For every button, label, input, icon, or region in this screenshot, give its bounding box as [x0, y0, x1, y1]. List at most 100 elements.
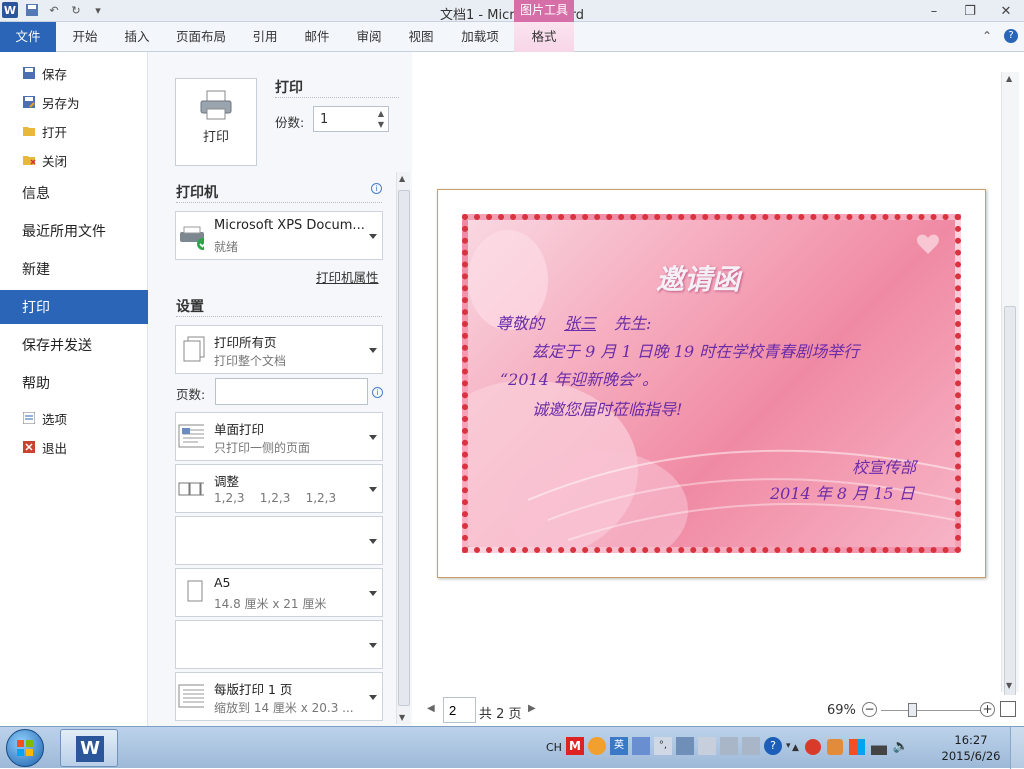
close-icon[interactable]: ✕ — [988, 0, 1024, 22]
show-desktop-button[interactable] — [1010, 727, 1024, 769]
tray-action-center-icon[interactable] — [848, 739, 865, 755]
printer-status: 就绪 — [214, 240, 239, 254]
chevron-down-icon — [369, 590, 377, 596]
info-icon[interactable]: i — [371, 183, 382, 194]
taskbar-word-button[interactable]: W — [60, 729, 118, 767]
tab-mailings[interactable]: 邮件 — [296, 22, 338, 52]
orientation-dropdown[interactable] — [175, 516, 383, 565]
tab-page-layout[interactable]: 页面布局 — [170, 22, 232, 52]
settings-scrollbar[interactable]: ▲ ▼ — [396, 172, 410, 724]
bs-save-as-label: 另存为 — [42, 95, 80, 111]
ime-options-icon[interactable] — [742, 737, 760, 755]
bs-exit-label: 退出 — [42, 440, 68, 456]
ime-skin-icon[interactable] — [698, 737, 716, 755]
tray-clock[interactable]: 16:27 2015/6/26 — [938, 732, 1004, 764]
collate-dropdown[interactable]: 调整 1,2,3 1,2,3 1,2,3 — [175, 464, 383, 513]
prev-page-icon[interactable]: ◀ — [427, 703, 435, 714]
zoom-out-icon[interactable]: − — [862, 702, 877, 717]
printer-properties-link[interactable]: 打印机属性 — [316, 267, 379, 286]
tab-format[interactable]: 格式 — [514, 22, 574, 52]
zoom-slider-thumb[interactable] — [908, 703, 917, 717]
tray-volume-icon[interactable]: 🔈 — [893, 739, 909, 755]
zoom-level[interactable]: 69% — [827, 703, 856, 718]
ime-logo-icon[interactable] — [588, 737, 606, 755]
help-icon[interactable]: ? — [1004, 29, 1018, 43]
tab-view[interactable]: 视图 — [400, 22, 442, 52]
paper-size-dropdown[interactable]: A5 14.8 厘米 x 21 厘米 — [175, 568, 383, 617]
ime-moon-icon[interactable] — [632, 737, 650, 755]
zoom-slider[interactable] — [881, 710, 981, 711]
bs-info[interactable]: 信息 — [0, 176, 148, 210]
sides-dropdown[interactable]: 单面打印 只打印一侧的页面 — [175, 412, 383, 461]
bs-print[interactable]: 打印 — [0, 290, 156, 324]
printer-dropdown[interactable]: Microsoft XPS Docum... 就绪 — [175, 211, 383, 260]
ime-keyboard-icon[interactable] — [676, 737, 694, 755]
tray-security-icon[interactable] — [826, 739, 843, 755]
pages-input[interactable] — [215, 378, 368, 405]
bs-save-as[interactable]: 另存为 — [0, 89, 148, 115]
chevron-down-icon — [369, 347, 377, 353]
sides-title: 单面打印 — [214, 422, 265, 437]
system-tray: ▲ 🔈 — [792, 739, 909, 757]
preview-scrollbar[interactable]: ▲ ▼ — [1001, 72, 1019, 704]
scroll-down-icon[interactable]: ▼ — [399, 713, 405, 722]
card-greeting: 尊敬的 — [496, 314, 545, 333]
ime-mode-icon[interactable]: 英 — [610, 737, 628, 755]
bs-open[interactable]: 打开 — [0, 118, 148, 144]
spin-down-icon[interactable]: ▼ — [378, 120, 384, 129]
ime-punct-icon[interactable]: °, — [654, 737, 672, 755]
ime-tools-icon[interactable] — [720, 737, 738, 755]
bs-close[interactable]: 关闭 — [0, 147, 148, 173]
scroll-up-icon[interactable]: ▲ — [399, 174, 405, 183]
printer-name: Microsoft XPS Docum... — [214, 218, 365, 233]
scroll-down-icon[interactable]: ▼ — [1006, 681, 1012, 690]
copies-spinner[interactable]: 1 ▲ ▼ — [313, 106, 389, 132]
tray-expand-icon[interactable]: ▲ — [792, 739, 799, 757]
info-icon[interactable]: i — [372, 387, 383, 398]
bs-save-send[interactable]: 保存并发送 — [0, 328, 148, 362]
pages-per-sheet-dropdown[interactable]: 每版打印 1 页 缩放到 14 厘米 x 20.3 ... — [175, 672, 383, 721]
tray-app-icon[interactable] — [804, 739, 821, 755]
minimize-icon[interactable]: – — [916, 0, 952, 22]
spin-up-icon[interactable]: ▲ — [378, 109, 384, 118]
bs-options[interactable]: 选项 — [0, 405, 148, 431]
tab-references[interactable]: 引用 — [244, 22, 286, 52]
bs-save[interactable]: 保存 — [0, 60, 148, 86]
page-number-input[interactable] — [443, 697, 476, 723]
start-button[interactable] — [6, 729, 44, 767]
tab-review[interactable]: 审阅 — [348, 22, 390, 52]
scroll-thumb[interactable] — [1004, 306, 1016, 704]
ime-help-icon[interactable]: ? — [764, 737, 782, 755]
tab-file[interactable]: 文件 — [0, 22, 56, 52]
word-icon: W — [76, 736, 104, 762]
print-range-dropdown[interactable]: 打印所有页 打印整个文档 — [175, 325, 383, 374]
margins-dropdown[interactable] — [175, 620, 383, 669]
print-button[interactable]: 打印 — [175, 78, 257, 166]
save-icon — [22, 66, 36, 80]
tab-insert[interactable]: 插入 — [116, 22, 158, 52]
bs-new[interactable]: 新建 — [0, 252, 148, 286]
backstage-nav: 保存 另存为 打开 关闭 信息 最近所用文件 新建 打印 保存并发送 帮助 选项… — [0, 52, 156, 726]
scroll-thumb[interactable] — [398, 190, 410, 706]
print-header: 打印 — [275, 80, 303, 96]
tab-home[interactable]: 开始 — [64, 22, 106, 52]
scroll-up-icon[interactable]: ▲ — [1006, 74, 1012, 83]
ime-m-icon[interactable]: M — [566, 737, 584, 755]
fit-page-icon[interactable] — [1000, 701, 1016, 717]
picture-tools-label: 图片工具 — [514, 0, 574, 22]
bs-exit[interactable]: 退出 — [0, 434, 148, 460]
zoom-in-icon[interactable]: + — [980, 702, 995, 717]
invitation-card-image[interactable]: 邀请函 尊敬的 张三 先生: 兹定于 9 月 1 日晚 19 时在学校青春剧场举… — [462, 214, 961, 553]
bs-help[interactable]: 帮助 — [0, 366, 148, 400]
options-icon — [22, 411, 36, 425]
bs-recent[interactable]: 最近所用文件 — [0, 214, 148, 248]
restore-icon[interactable]: ❐ — [952, 0, 988, 22]
windows-logo-icon — [17, 740, 33, 756]
next-page-icon[interactable]: ▶ — [528, 703, 536, 714]
ribbon-collapse-icon[interactable]: ⌃ — [982, 29, 992, 43]
tray-network-icon[interactable] — [870, 739, 887, 755]
all-pages-icon — [183, 336, 205, 362]
input-language[interactable]: CH — [546, 741, 562, 754]
paper-title: A5 — [214, 575, 231, 590]
tab-addins[interactable]: 加载项 — [454, 22, 506, 52]
